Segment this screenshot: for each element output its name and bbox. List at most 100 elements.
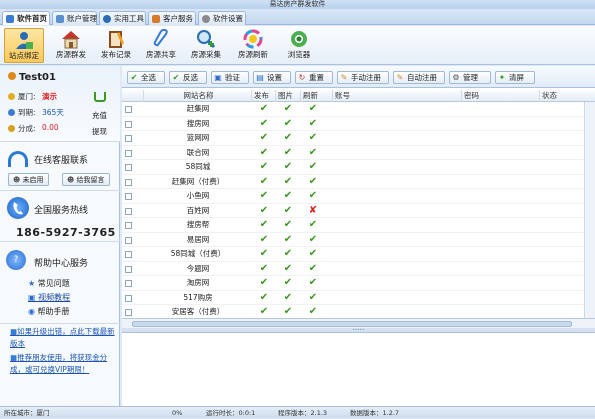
table-row[interactable]: 58同城 ✔ ✔ ✔ <box>122 160 584 175</box>
check-icon[interactable]: ✔ <box>307 247 319 261</box>
row-checkbox[interactable] <box>125 309 132 316</box>
check-icon[interactable]: ✔ <box>282 175 294 189</box>
row-checkbox[interactable] <box>125 178 132 186</box>
table-row[interactable]: 赶集网 ✔ ✔ ✔ <box>122 102 584 117</box>
check-icon[interactable]: ✔ <box>258 131 270 145</box>
cross-icon[interactable]: ✘ <box>307 204 319 218</box>
row-checkbox[interactable] <box>125 120 132 128</box>
row-checkbox[interactable] <box>125 164 132 171</box>
check-icon[interactable]: ✔ <box>307 276 319 290</box>
table-row[interactable]: 百姓网 ✔ ✔ ✘ <box>122 204 584 218</box>
check-icon[interactable]: ✔ <box>282 117 294 131</box>
tab-home[interactable]: 软件首页 <box>2 11 50 25</box>
check-icon[interactable]: ✔ <box>282 218 294 232</box>
check-icon[interactable]: ✔ <box>282 262 294 276</box>
check-icon[interactable]: ✔ <box>307 233 319 247</box>
scroll-thumb[interactable] <box>132 321 572 327</box>
help-manual-link[interactable]: ◉ 帮助手册 <box>28 306 70 317</box>
check-icon[interactable]: ✔ <box>307 291 319 305</box>
table-row[interactable]: 安居客（付费） ✔ ✔ ✔ <box>122 305 584 318</box>
check-icon[interactable]: ✔ <box>258 160 270 174</box>
cart-icon[interactable] <box>94 92 106 102</box>
row-checkbox[interactable] <box>125 280 132 287</box>
verify-button[interactable]: ▣ 验证 <box>211 71 249 84</box>
leave-message-button[interactable]: ☻ 给我留言 <box>62 173 110 186</box>
check-icon[interactable]: ✔ <box>307 131 319 145</box>
faq-link[interactable]: ★ 常见问题 <box>28 278 70 289</box>
table-row[interactable]: 517购房 ✔ ✔ ✔ <box>122 291 584 305</box>
toolbar-site-bind[interactable]: 站点绑定 <box>4 28 44 63</box>
service-disabled-button[interactable]: ☻ 未启用 <box>8 173 49 186</box>
table-row[interactable]: 淘房网 ✔ ✔ ✔ <box>122 276 584 291</box>
reset-button[interactable]: ↻ 重置 <box>295 71 333 84</box>
check-icon[interactable]: ✔ <box>258 146 270 160</box>
table-row[interactable]: 搜房帮 ✔ ✔ ✔ <box>122 218 584 233</box>
auto-register-button[interactable]: ✎ 自动注册 <box>393 71 445 84</box>
check-icon[interactable]: ✔ <box>307 262 319 276</box>
toolbar-house-send[interactable]: 房源群发 <box>51 28 91 63</box>
check-icon[interactable]: ✔ <box>282 160 294 174</box>
toolbar-browser[interactable]: 浏览器 <box>279 28 319 63</box>
withdraw-link[interactable]: 提现 <box>92 126 107 137</box>
check-icon[interactable]: ✔ <box>282 233 294 247</box>
row-checkbox[interactable] <box>125 106 132 113</box>
check-icon[interactable]: ✔ <box>258 102 270 116</box>
check-icon[interactable]: ✔ <box>307 102 319 116</box>
tab-account[interactable]: 账户管理 <box>52 11 97 25</box>
check-icon[interactable]: ✔ <box>258 218 270 232</box>
check-icon[interactable]: ✔ <box>258 305 270 318</box>
check-icon[interactable]: ✔ <box>307 305 319 318</box>
table-row[interactable]: 58同城（付费） ✔ ✔ ✔ <box>122 247 584 262</box>
row-checkbox[interactable] <box>125 236 132 244</box>
check-icon[interactable]: ✔ <box>258 175 270 189</box>
check-icon[interactable]: ✔ <box>282 291 294 305</box>
check-icon[interactable]: ✔ <box>282 305 294 318</box>
recharge-link[interactable]: 充值 <box>92 110 107 121</box>
row-checkbox[interactable] <box>125 265 132 273</box>
check-icon[interactable]: ✔ <box>282 276 294 290</box>
table-row[interactable]: 小鱼网 ✔ ✔ ✔ <box>122 189 584 204</box>
check-icon[interactable]: ✔ <box>307 189 319 203</box>
toolbar-house-collect[interactable]: 房源采集 <box>186 28 226 63</box>
manage-button[interactable]: ⚙ 管理 <box>449 71 491 84</box>
tab-settings[interactable]: 软件设置 <box>198 11 246 25</box>
check-icon[interactable]: ✔ <box>307 146 319 160</box>
check-icon[interactable]: ✔ <box>258 204 270 218</box>
table-row[interactable]: 赶集网（付费） ✔ ✔ ✔ <box>122 175 584 189</box>
row-checkbox[interactable] <box>125 294 132 302</box>
referral-notice-link[interactable]: ■推荐朋友使用，将获现金分成，或可兑换VIP期限！ <box>10 352 116 376</box>
check-icon[interactable]: ✔ <box>282 247 294 261</box>
check-icon[interactable]: ✔ <box>307 117 319 131</box>
toolbar-publish-record[interactable]: 发布记录 <box>96 28 136 63</box>
table-row[interactable]: 易居网 ✔ ✔ ✔ <box>122 233 584 247</box>
row-checkbox[interactable] <box>125 149 132 157</box>
row-checkbox[interactable] <box>125 135 132 142</box>
check-icon[interactable]: ✔ <box>258 117 270 131</box>
clear-screen-button[interactable]: ✦ 清屏 <box>495 71 535 84</box>
check-icon[interactable]: ✔ <box>307 218 319 232</box>
table-row[interactable]: 联合网 ✔ ✔ ✔ <box>122 146 584 160</box>
check-icon[interactable]: ✔ <box>307 160 319 174</box>
invert-select-button[interactable]: ✔ 反选 <box>169 71 207 84</box>
check-icon[interactable]: ✔ <box>282 131 294 145</box>
check-icon[interactable]: ✔ <box>258 233 270 247</box>
check-icon[interactable]: ✔ <box>258 247 270 261</box>
check-icon[interactable]: ✔ <box>282 204 294 218</box>
log-area[interactable] <box>122 332 595 406</box>
check-icon[interactable]: ✔ <box>282 189 294 203</box>
table-row[interactable]: 今题网 ✔ ✔ ✔ <box>122 262 584 276</box>
check-icon[interactable]: ✔ <box>282 146 294 160</box>
upgrade-notice-link[interactable]: ■如果升级出错，点此下载最新版本 <box>10 326 116 350</box>
table-row[interactable]: 搜房网 ✔ ✔ ✔ <box>122 117 584 131</box>
grid-vertical-scrollbar[interactable] <box>584 102 595 318</box>
check-icon[interactable]: ✔ <box>307 175 319 189</box>
video-tutorial-link[interactable]: ▣ 视频教程 <box>28 292 70 303</box>
check-icon[interactable]: ✔ <box>258 189 270 203</box>
tab-tools[interactable]: 实用工具 <box>99 11 146 25</box>
row-checkbox[interactable] <box>125 207 132 215</box>
check-icon[interactable]: ✔ <box>258 276 270 290</box>
table-row[interactable]: 篮网网 ✔ ✔ ✔ <box>122 131 584 146</box>
select-all-button[interactable]: ✔ 全选 <box>127 71 165 84</box>
tab-service[interactable]: 客户服务 <box>148 11 196 25</box>
toolbar-house-share[interactable]: 房源共享 <box>141 28 181 63</box>
